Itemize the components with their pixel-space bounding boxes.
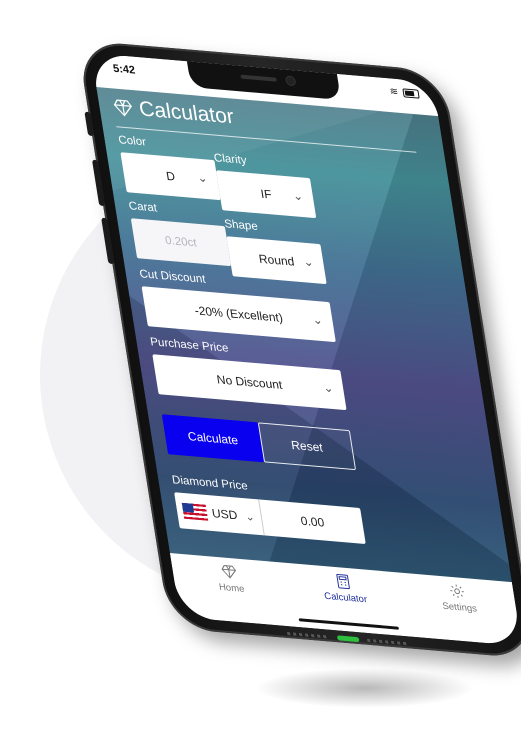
speaker-right [366,638,408,646]
battery-icon [402,88,420,99]
purchase-price-select[interactable]: No Discount ⌄ [152,354,347,411]
chevron-down-icon: ⌄ [291,188,305,204]
chevron-down-icon: ⌄ [302,254,315,270]
wifi-icon: ≋ [388,86,401,99]
clarity-label: Clarity [213,152,248,167]
diamond-icon [113,99,132,117]
cut-discount-select[interactable]: -20% (Excellent) ⌄ [141,286,336,343]
tab-calculator[interactable]: Calculator [302,570,387,607]
home-indicator [298,618,400,630]
color-select[interactable]: D ⌄ [120,152,221,201]
clarity-value: IF [259,186,273,202]
carat-input[interactable]: 0.20ct [130,218,232,267]
color-value: D [165,168,176,184]
tab-home-label: Home [218,581,246,595]
tab-bar: Home Calculator Settings [169,553,521,647]
diamond-price-value: 0.00 [259,499,366,544]
tab-settings-label: Settings [441,600,478,615]
tab-calculator-label: Calculator [323,590,368,606]
cut-discount-value: -20% (Excellent) [193,303,284,325]
chevron-down-icon: ⌄ [244,510,256,524]
diamond-price-row: USD ⌄ 0.00 [174,492,366,545]
purchase-price-label: Purchase Price [149,336,230,355]
phone-shadow [255,668,475,708]
currency-code: USD [210,506,239,523]
notch [186,61,342,100]
diamond-price-label: Diamond Price [171,474,249,493]
reset-button[interactable]: Reset [257,422,357,471]
shape-value: Round [257,251,296,269]
header-divider [116,126,417,153]
charging-port [336,635,360,643]
gear-icon [450,584,464,598]
chevron-down-icon: ⌄ [196,170,209,186]
clarity-select[interactable]: IF ⌄ [215,170,317,219]
calculator-icon [336,573,350,590]
stage: 5:42 ≋ Calculator Color D ⌄ Clarity IF ⌄… [0,0,521,736]
shape-label: Shape [223,218,259,234]
front-camera [286,76,296,86]
phone-mockup: 5:42 ≋ Calculator Color D ⌄ Clarity IF ⌄… [77,40,521,660]
silent-switch [84,111,95,137]
speaker-left [286,632,328,639]
price-amount: 0.00 [299,513,326,530]
chevron-down-icon: ⌄ [311,312,324,328]
calculate-button[interactable]: Calculate [161,414,265,463]
cut-discount-label: Cut Discount [138,268,207,286]
speaker-grille [240,74,277,82]
chevron-down-icon: ⌄ [322,380,335,396]
us-flag-icon [181,502,209,521]
status-time: 5:42 [112,62,137,77]
system-icons: ≋ [389,86,420,99]
tab-settings[interactable]: Settings [416,580,501,617]
shape-select[interactable]: Round ⌄ [226,236,327,285]
carat-label: Carat [127,200,158,215]
color-label: Color [117,134,147,149]
page-title: Calculator [137,97,236,129]
tab-home[interactable]: Home [188,560,273,597]
diamond-icon [221,565,237,579]
currency-select[interactable]: USD ⌄ [174,492,265,536]
phone-body: 5:42 ≋ Calculator Color D ⌄ Clarity IF ⌄… [77,40,521,660]
purchase-price-value: No Discount [215,372,284,392]
volume-up-button [91,159,106,207]
carat-placeholder: 0.20ct [164,234,198,250]
